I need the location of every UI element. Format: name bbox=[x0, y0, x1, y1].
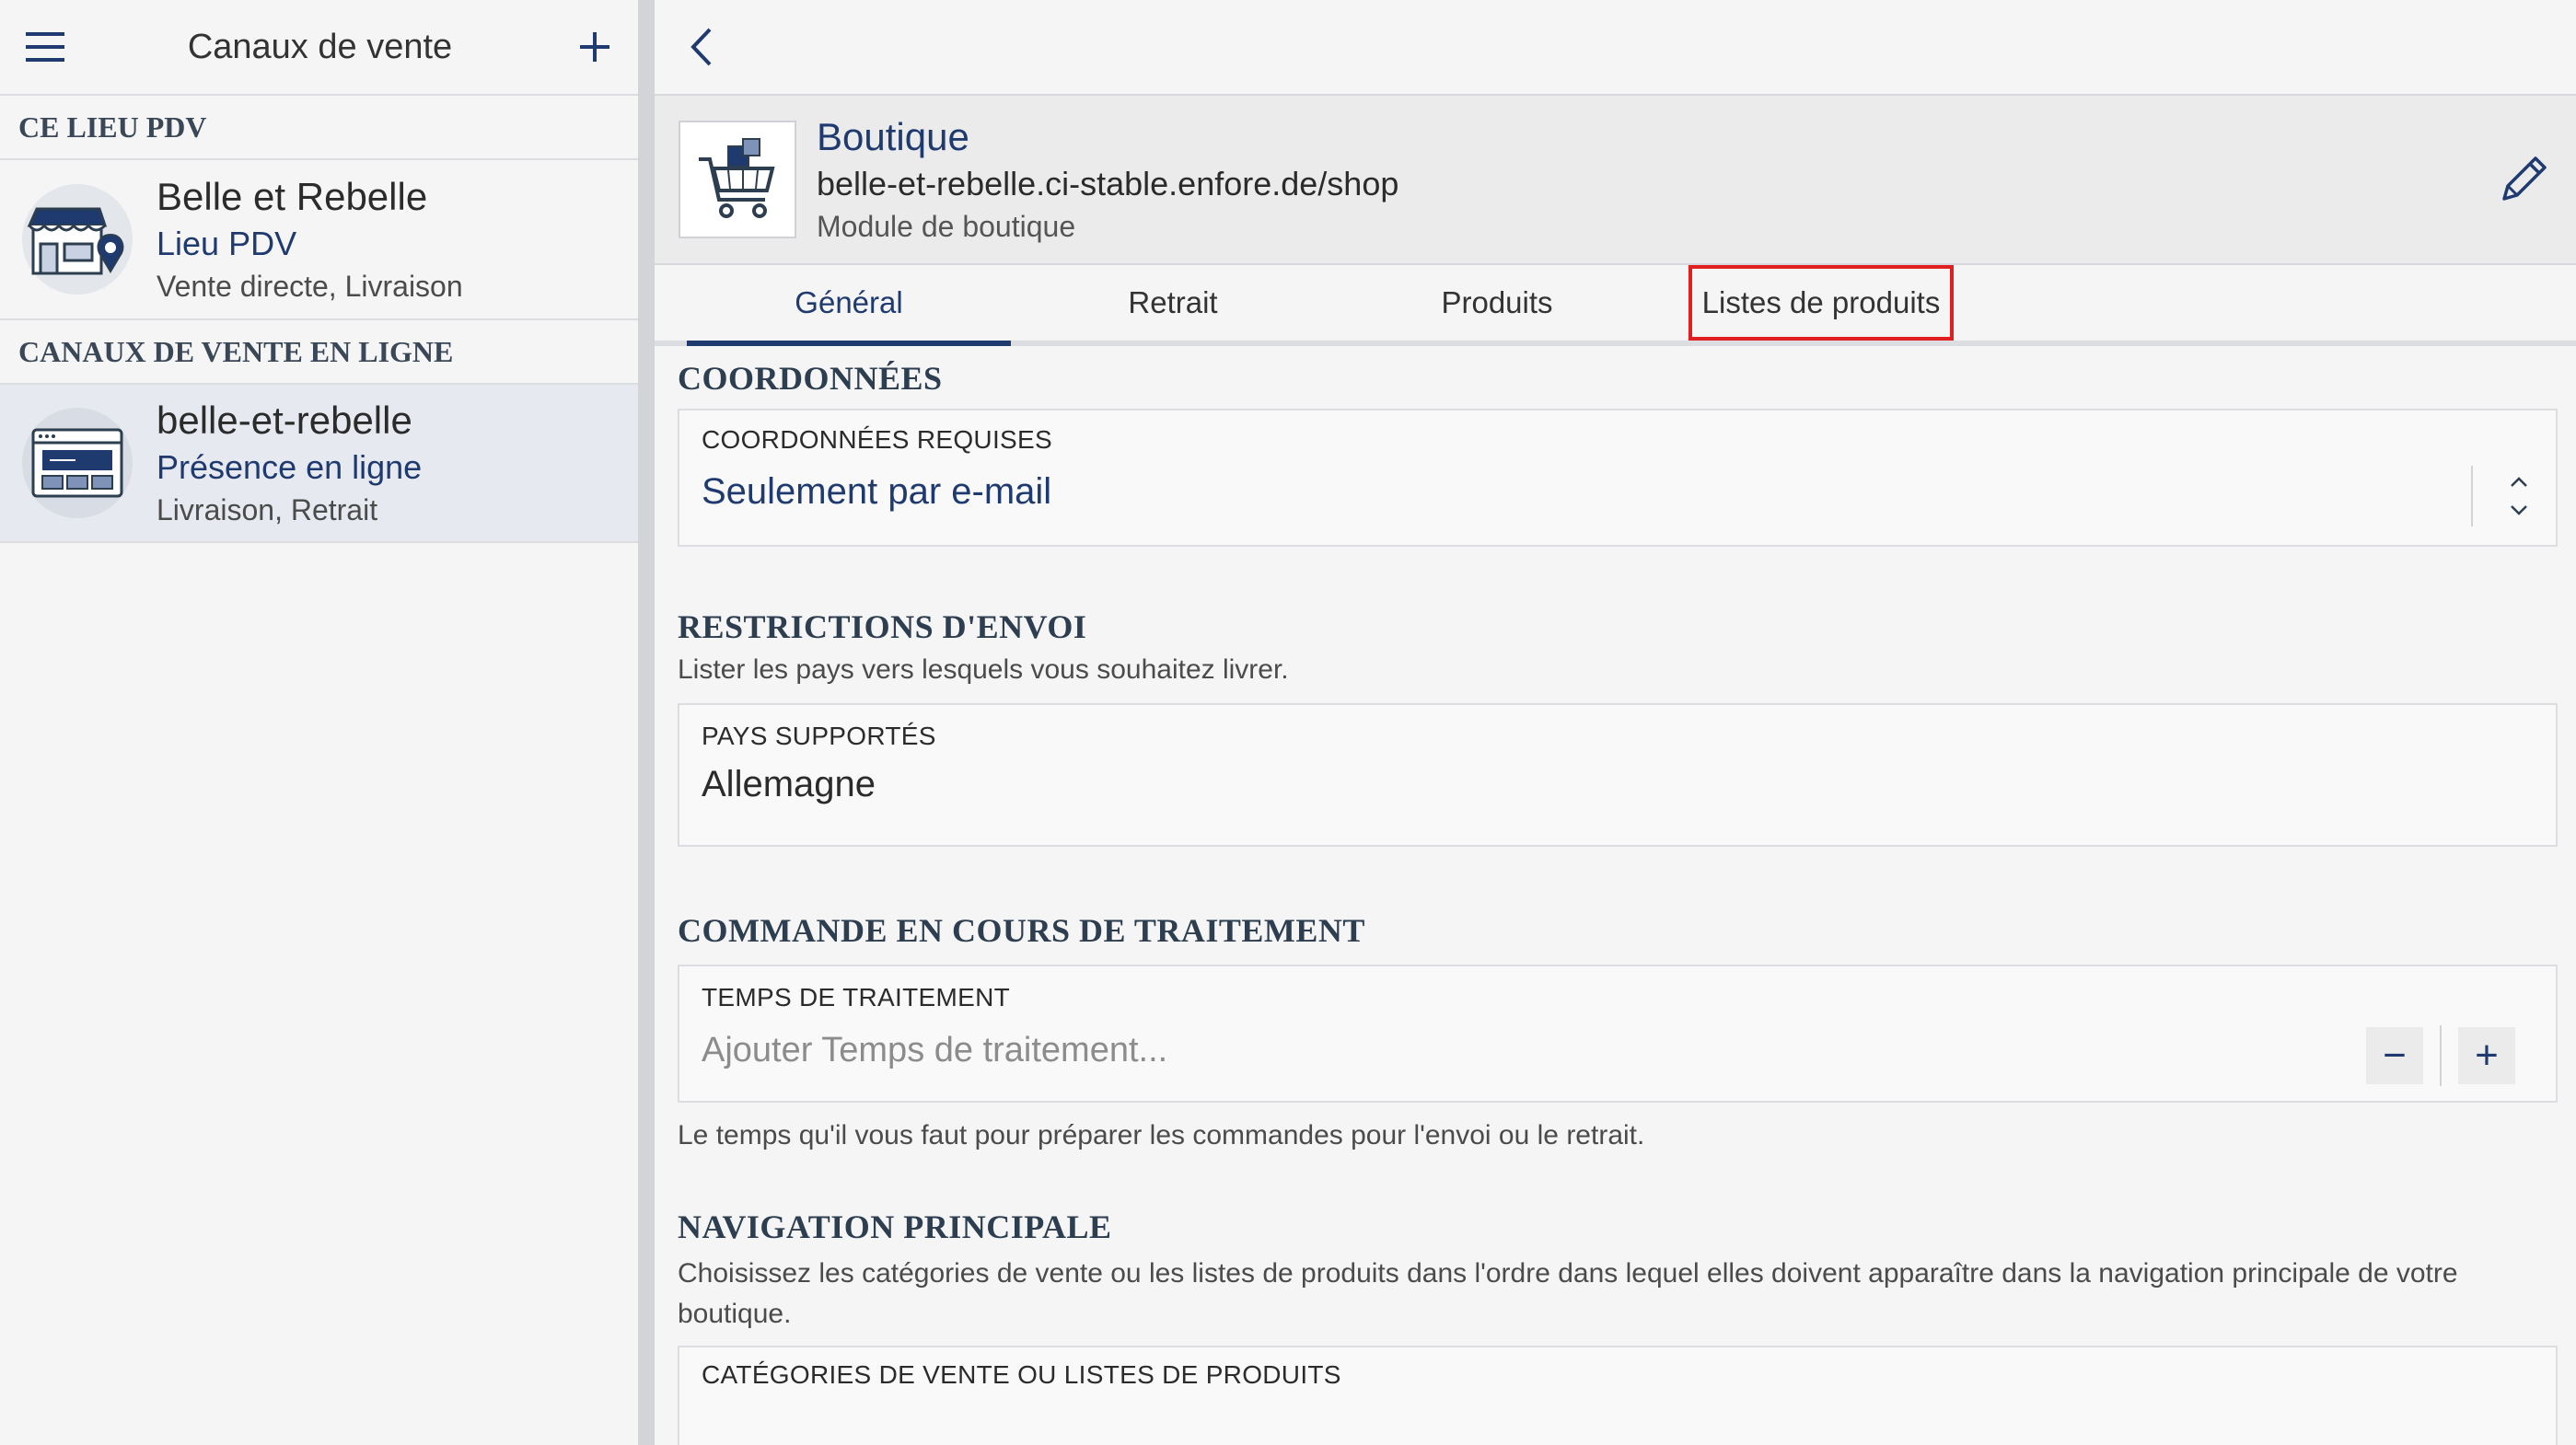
menu-icon[interactable] bbox=[24, 26, 66, 68]
app-summary-card: Boutique belle-et-rebelle.ci-stable.enfo… bbox=[655, 94, 2576, 265]
section-heading-pos: CE LIEU PDV bbox=[0, 96, 638, 160]
field-placeholder: Ajouter Temps de traitement... bbox=[702, 1031, 1168, 1069]
main-navigation-field[interactable]: CATÉGORIES DE VENTE OU LISTES DE PRODUIT… bbox=[678, 1346, 2558, 1445]
processing-time-field[interactable]: TEMPS DE TRAITEMENT Ajouter Temps de tra… bbox=[678, 965, 2558, 1103]
channel-name: Belle et Rebelle bbox=[157, 175, 428, 218]
channel-type: Lieu PDV bbox=[157, 225, 297, 262]
tab-produits[interactable]: Produits bbox=[1335, 265, 1659, 341]
detail-toolbar bbox=[655, 0, 2576, 94]
processing-time-hint: Le temps qu'il vous faut pour préparer l… bbox=[678, 1120, 1645, 1150]
field-label: PAYS SUPPORTÉS bbox=[702, 722, 936, 750]
app-name: Boutique bbox=[817, 115, 969, 158]
section-heading-restrictions: RESTRICTIONS D'ENVOI bbox=[678, 608, 1087, 645]
channel-name: belle-et-rebelle bbox=[157, 399, 412, 442]
stepper-separator bbox=[2440, 1025, 2442, 1086]
edit-button[interactable] bbox=[2499, 151, 2552, 209]
plus-icon bbox=[579, 32, 609, 62]
channel-detail-panel: Boutique belle-et-rebelle.ci-stable.enfo… bbox=[655, 0, 2576, 1445]
chevron-left-icon bbox=[690, 28, 712, 66]
tab-listes-de-produits[interactable]: Listes de produits bbox=[1688, 265, 1954, 341]
channel-description: Livraison, Retrait bbox=[157, 493, 378, 526]
general-settings-content: COORDONNÉES COORDONNÉES REQUISES Seuleme… bbox=[655, 357, 2576, 1445]
sales-channels-sidebar: Canaux de vente CE LIEU PDV Belle et Reb… bbox=[0, 0, 638, 1445]
sidebar-title: Canaux de vente bbox=[187, 27, 453, 66]
channel-item-pos[interactable]: Belle et Rebelle Lieu PDV Vente directe,… bbox=[0, 160, 638, 320]
back-button[interactable] bbox=[680, 26, 723, 68]
field-value: Seulement par e-mail bbox=[702, 471, 1052, 512]
panel-divider[interactable] bbox=[638, 0, 655, 1445]
section-heading-commande: COMMANDE EN COURS DE TRAITEMENT bbox=[678, 912, 1365, 949]
section-heading-coordonnees: COORDONNÉES bbox=[678, 360, 943, 397]
channel-item-online[interactable]: belle-et-rebelle Présence en ligne Livra… bbox=[0, 385, 638, 543]
decrement-button[interactable]: − bbox=[2366, 1027, 2423, 1084]
field-label: TEMPS DE TRAITEMENT bbox=[702, 983, 1010, 1012]
section-heading-navigation: NAVIGATION PRINCIPALE bbox=[678, 1208, 1112, 1245]
tab-retrait[interactable]: Retrait bbox=[1011, 265, 1335, 341]
shopping-cart-icon bbox=[679, 121, 796, 238]
section-subtitle: Lister les pays vers lesquels vous souha… bbox=[678, 654, 1289, 685]
sidebar-header: Canaux de vente bbox=[0, 0, 638, 96]
increment-button[interactable]: + bbox=[2458, 1027, 2515, 1084]
field-label: CATÉGORIES DE VENTE OU LISTES DE PRODUIT… bbox=[702, 1360, 1341, 1389]
contact-requirement-select[interactable]: COORDONNÉES REQUISES Seulement par e-mai… bbox=[678, 409, 2558, 547]
channel-type: Présence en ligne bbox=[157, 448, 423, 486]
chevron-up-down-icon[interactable] bbox=[2506, 473, 2532, 524]
pencil-icon bbox=[2502, 156, 2547, 201]
supported-countries-field[interactable]: PAYS SUPPORTÉS Allemagne bbox=[678, 703, 2558, 847]
section-heading-online: CANAUX DE VENTE EN LIGNE bbox=[0, 320, 638, 385]
tab-bar: Général Retrait Produits Listes de produ… bbox=[655, 265, 2576, 346]
channel-description: Vente directe, Livraison bbox=[157, 270, 463, 303]
app-module: Module de boutique bbox=[817, 210, 1076, 243]
section-subtitle: Choisissez les catégories de vente ou le… bbox=[678, 1258, 2458, 1329]
add-channel-button[interactable] bbox=[574, 26, 616, 68]
app-url: belle-et-rebelle.ci-stable.enfore.de/sho… bbox=[817, 165, 1399, 202]
field-label: COORDONNÉES REQUISES bbox=[702, 425, 1052, 454]
field-value: Allemagne bbox=[702, 764, 876, 804]
website-icon bbox=[22, 408, 133, 518]
store-location-icon bbox=[22, 184, 133, 295]
tab-general[interactable]: Général bbox=[687, 265, 1011, 346]
field-separator bbox=[2471, 466, 2473, 526]
